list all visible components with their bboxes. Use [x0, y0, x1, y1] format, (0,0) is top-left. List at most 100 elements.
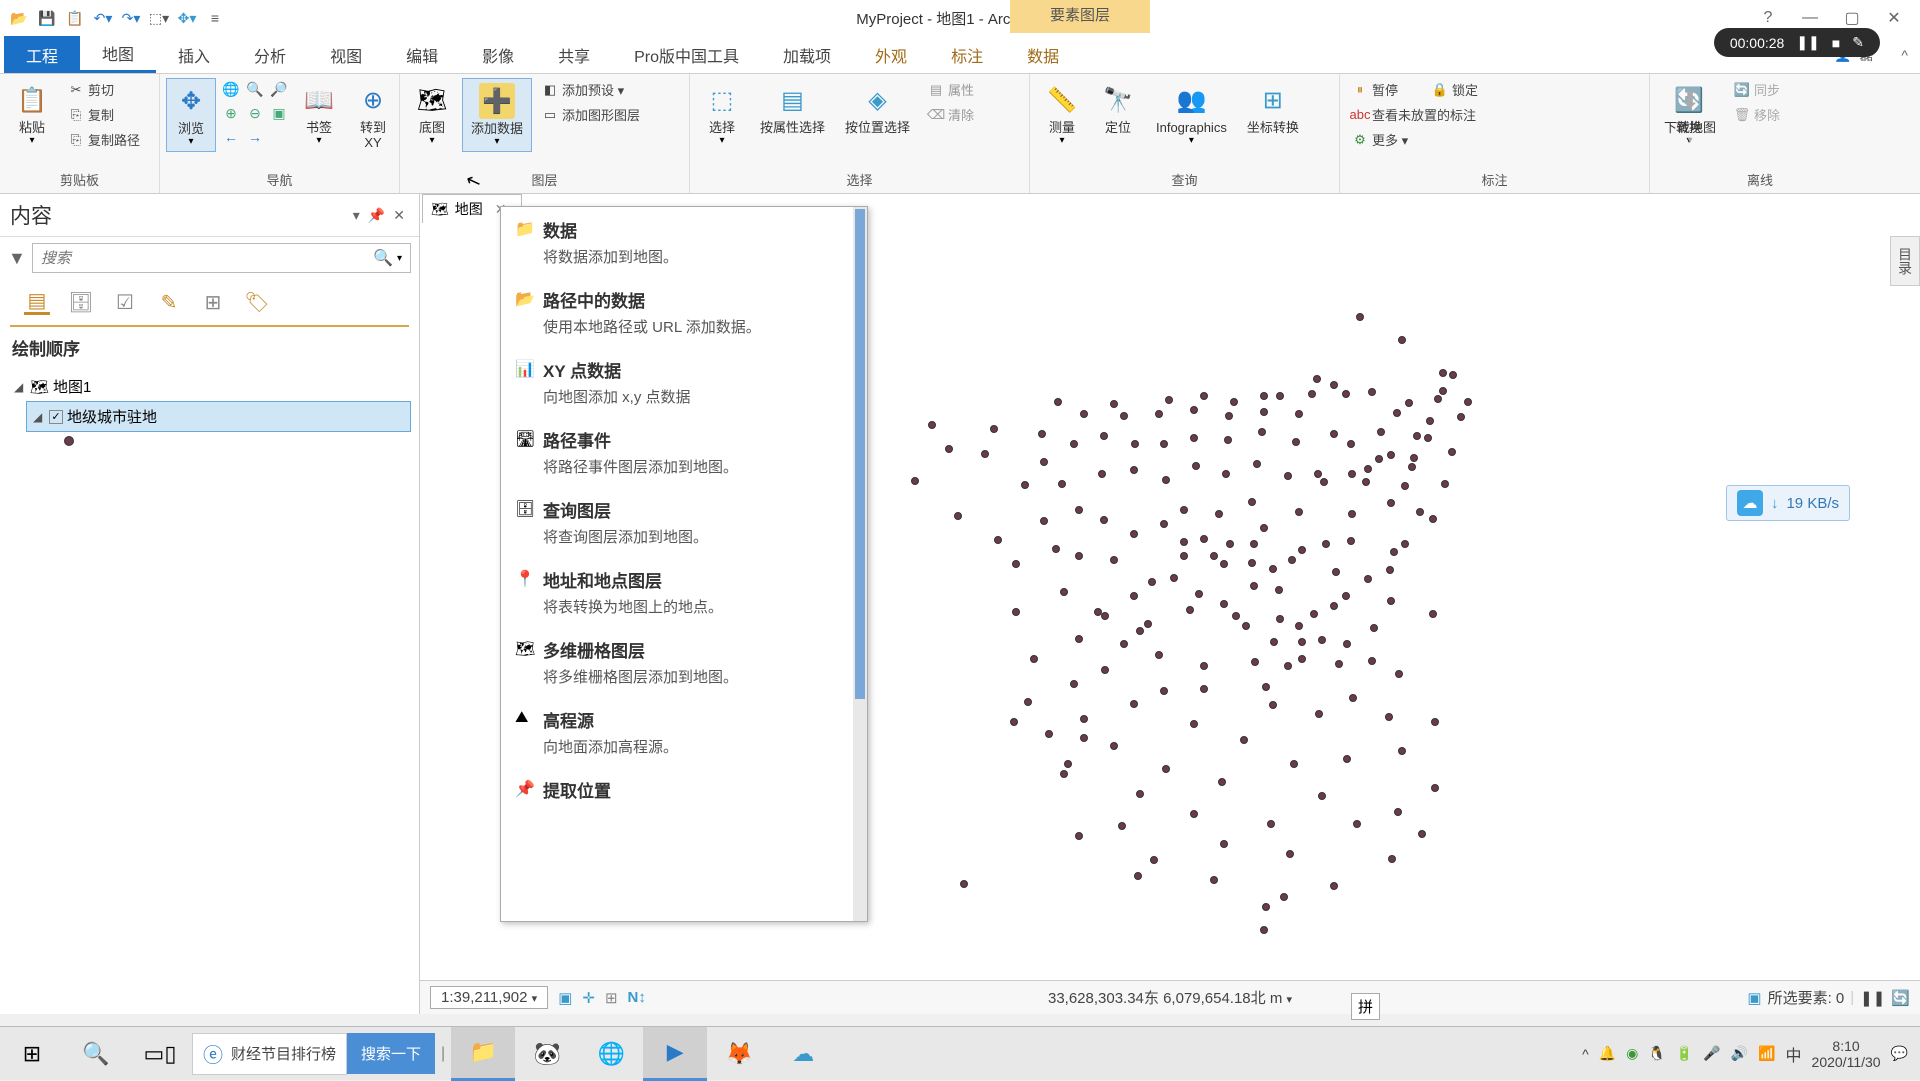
- cloud-taskbar-icon[interactable]: ☁: [771, 1027, 835, 1081]
- tray-expand-icon[interactable]: ^: [1582, 1046, 1589, 1062]
- clear-sel-button[interactable]: ⌫清除: [922, 103, 980, 126]
- measure-button[interactable]: 📏测量▾: [1036, 78, 1088, 150]
- qat-open-icon[interactable]: 📂: [8, 7, 30, 29]
- select-by-loc-button[interactable]: ◈ 按位置选择: [837, 78, 918, 139]
- tray-wifi-icon[interactable]: 📶: [1758, 1045, 1775, 1062]
- download-map-button[interactable]: ⬇下载地图▾: [1656, 78, 1724, 150]
- tray-action-center-icon[interactable]: 💬: [1891, 1045, 1908, 1062]
- menu-item-6[interactable]: 🗺 多维栅格图层 将多维栅格图层添加到地图。: [501, 627, 867, 697]
- grid-icon[interactable]: ⊞: [605, 989, 618, 1007]
- select-button[interactable]: ⬚ 选择 ▾: [696, 78, 748, 150]
- tab-labeling[interactable]: 标注: [929, 36, 1005, 73]
- nav-fixed-in-icon[interactable]: ⊕: [220, 102, 242, 124]
- tab-edit[interactable]: 编辑: [384, 36, 460, 73]
- menu-item-2[interactable]: 📊 XY 点数据 向地图添加 x,y 点数据: [501, 347, 867, 417]
- tray-clock[interactable]: 8:10 2020/11/30: [1812, 1038, 1881, 1070]
- bookmark-button[interactable]: 📖 书签 ▾: [294, 78, 344, 150]
- tab-addins[interactable]: 加载项: [761, 36, 853, 73]
- search-dd-icon[interactable]: ▾: [397, 253, 402, 264]
- start-button[interactable]: ⊞: [0, 1027, 64, 1081]
- tab-data[interactable]: 数据: [1005, 36, 1081, 73]
- menu-item-7[interactable]: ⛰ 高程源 向地面添加高程源。: [501, 697, 867, 767]
- pause-draw-icon[interactable]: ❚❚: [1860, 989, 1885, 1007]
- panda-taskbar-icon[interactable]: 🐼: [515, 1027, 579, 1081]
- catalog-tab[interactable]: 目录: [1890, 236, 1920, 286]
- tab-china-tools[interactable]: Pro版中国工具: [612, 36, 761, 73]
- list-selection-icon[interactable]: ☑: [112, 289, 138, 315]
- search-icon[interactable]: 🔍: [373, 248, 393, 268]
- search-input[interactable]: [41, 250, 373, 267]
- explorer-taskbar-icon[interactable]: 📁: [451, 1027, 515, 1081]
- tray-volume-icon[interactable]: 🔊: [1731, 1045, 1748, 1062]
- expand-icon[interactable]: ◢: [14, 380, 26, 394]
- nav-zoom-in-icon[interactable]: 🔍: [244, 78, 266, 100]
- menu-item-0[interactable]: 📁 数据 将数据添加到地图。: [501, 207, 867, 277]
- taskview-button[interactable]: ▭▯: [128, 1027, 192, 1081]
- pane-pin-icon[interactable]: 📌: [364, 207, 389, 224]
- scale-input[interactable]: 1:39,211,902 ▾: [430, 986, 548, 1009]
- menu-item-1[interactable]: 📂 路径中的数据 使用本地路径或 URL 添加数据。: [501, 277, 867, 347]
- list-snap-icon[interactable]: ⊞: [200, 289, 226, 315]
- basemap-button[interactable]: 🗺 底图 ▾: [406, 78, 458, 150]
- nav-fixed-out-icon[interactable]: ⊖: [244, 102, 266, 124]
- refresh-icon[interactable]: 🔄: [1891, 989, 1910, 1007]
- locate-button[interactable]: 🔭定位: [1092, 78, 1144, 139]
- video-taskbar-icon[interactable]: ▶: [643, 1027, 707, 1081]
- tab-appearance[interactable]: 外观: [853, 36, 929, 73]
- qat-pan-icon[interactable]: ✥▾: [176, 7, 198, 29]
- expand-icon[interactable]: ◢: [33, 410, 45, 424]
- add-graphic-button[interactable]: ▭添加图形图层: [536, 103, 646, 126]
- remove-button[interactable]: 🗑移除: [1728, 103, 1786, 126]
- qat-save-icon[interactable]: 💾: [36, 7, 58, 29]
- tray-notif-icon[interactable]: 🔔: [1599, 1045, 1616, 1062]
- goto-xy-button[interactable]: ⊕ 转到 XY: [348, 78, 398, 154]
- nav-full-extent-icon[interactable]: 🌐: [220, 78, 242, 100]
- toc-layer[interactable]: ◢ ✓ 地级城市驻地: [26, 401, 411, 432]
- cut-button[interactable]: ✂剪切: [62, 78, 146, 101]
- qat-redo-icon[interactable]: ↷▾: [120, 7, 142, 29]
- tab-analysis[interactable]: 分析: [232, 36, 308, 73]
- sync-button[interactable]: 🔄同步: [1728, 78, 1786, 101]
- tab-view[interactable]: 视图: [308, 36, 384, 73]
- search-button[interactable]: 🔍: [64, 1027, 128, 1081]
- tray-app2-icon[interactable]: 🐧: [1648, 1045, 1665, 1062]
- tray-lang[interactable]: 中: [1786, 1042, 1802, 1066]
- lock-label-button[interactable]: 🔒锁定: [1426, 78, 1484, 101]
- tab-map[interactable]: 地图: [80, 36, 156, 73]
- menu-item-3[interactable]: 🛣 路径事件 将路径事件图层添加到地图。: [501, 417, 867, 487]
- list-draworder-icon[interactable]: ▤: [24, 289, 50, 315]
- nav-next-icon[interactable]: →: [244, 126, 266, 148]
- unplaced-button[interactable]: abc查看未放置的标注: [1346, 103, 1482, 126]
- more-button[interactable]: ⚙更多 ▾: [1346, 128, 1482, 151]
- pane-close-icon[interactable]: ✕: [389, 207, 409, 224]
- tab-project[interactable]: 工程: [4, 36, 80, 73]
- infographics-button[interactable]: 👥Infographics▾: [1148, 78, 1235, 150]
- copypath-button[interactable]: ⎘复制路径: [62, 128, 146, 151]
- tray-mic-icon[interactable]: 🎤: [1703, 1045, 1720, 1062]
- nav-zoom-sel-icon[interactable]: ▣: [268, 102, 290, 124]
- qat-customize-icon[interactable]: ≡: [204, 7, 226, 29]
- tab-share[interactable]: 共享: [536, 36, 612, 73]
- nav-prev-icon[interactable]: ←: [220, 126, 242, 148]
- pane-dropdown-icon[interactable]: ▾: [349, 207, 364, 224]
- coord-convert-button[interactable]: ⊞坐标转换: [1239, 78, 1307, 139]
- menu-item-5[interactable]: 📍 地址和地点图层 将表转换为地图上的地点。: [501, 557, 867, 627]
- ie-taskbar-item[interactable]: ⓔ 财经节目排行榜: [192, 1033, 347, 1075]
- menu-item-4[interactable]: 🗄 查询图层 将查询图层添加到地图。: [501, 487, 867, 557]
- menu-item-8[interactable]: 📌 提取位置: [501, 767, 867, 816]
- tab-image[interactable]: 影像: [460, 36, 536, 73]
- browse-button[interactable]: ✥ 浏览 ▾: [166, 78, 216, 152]
- layer-symbol[interactable]: [64, 436, 74, 446]
- tab-insert[interactable]: 插入: [156, 36, 232, 73]
- add-preset-button[interactable]: ◧添加预设 ▾: [536, 78, 646, 101]
- list-edit-icon[interactable]: ✎: [156, 289, 182, 315]
- tray-battery-icon[interactable]: 🔋: [1676, 1045, 1693, 1062]
- dynamic-icon[interactable]: N↕: [628, 989, 646, 1006]
- select-by-attr-button[interactable]: ▤ 按属性选择: [752, 78, 833, 139]
- ribbon-collapse-icon[interactable]: ^: [1901, 47, 1908, 63]
- recorder-stop-icon[interactable]: ■: [1832, 35, 1840, 51]
- qat-copy-icon[interactable]: 📋: [64, 7, 86, 29]
- add-data-button[interactable]: ➕ 添加数据 ▾: [462, 78, 532, 152]
- filter-icon[interactable]: ▼: [8, 248, 26, 269]
- recorder-pause-icon[interactable]: ❚❚: [1796, 34, 1819, 51]
